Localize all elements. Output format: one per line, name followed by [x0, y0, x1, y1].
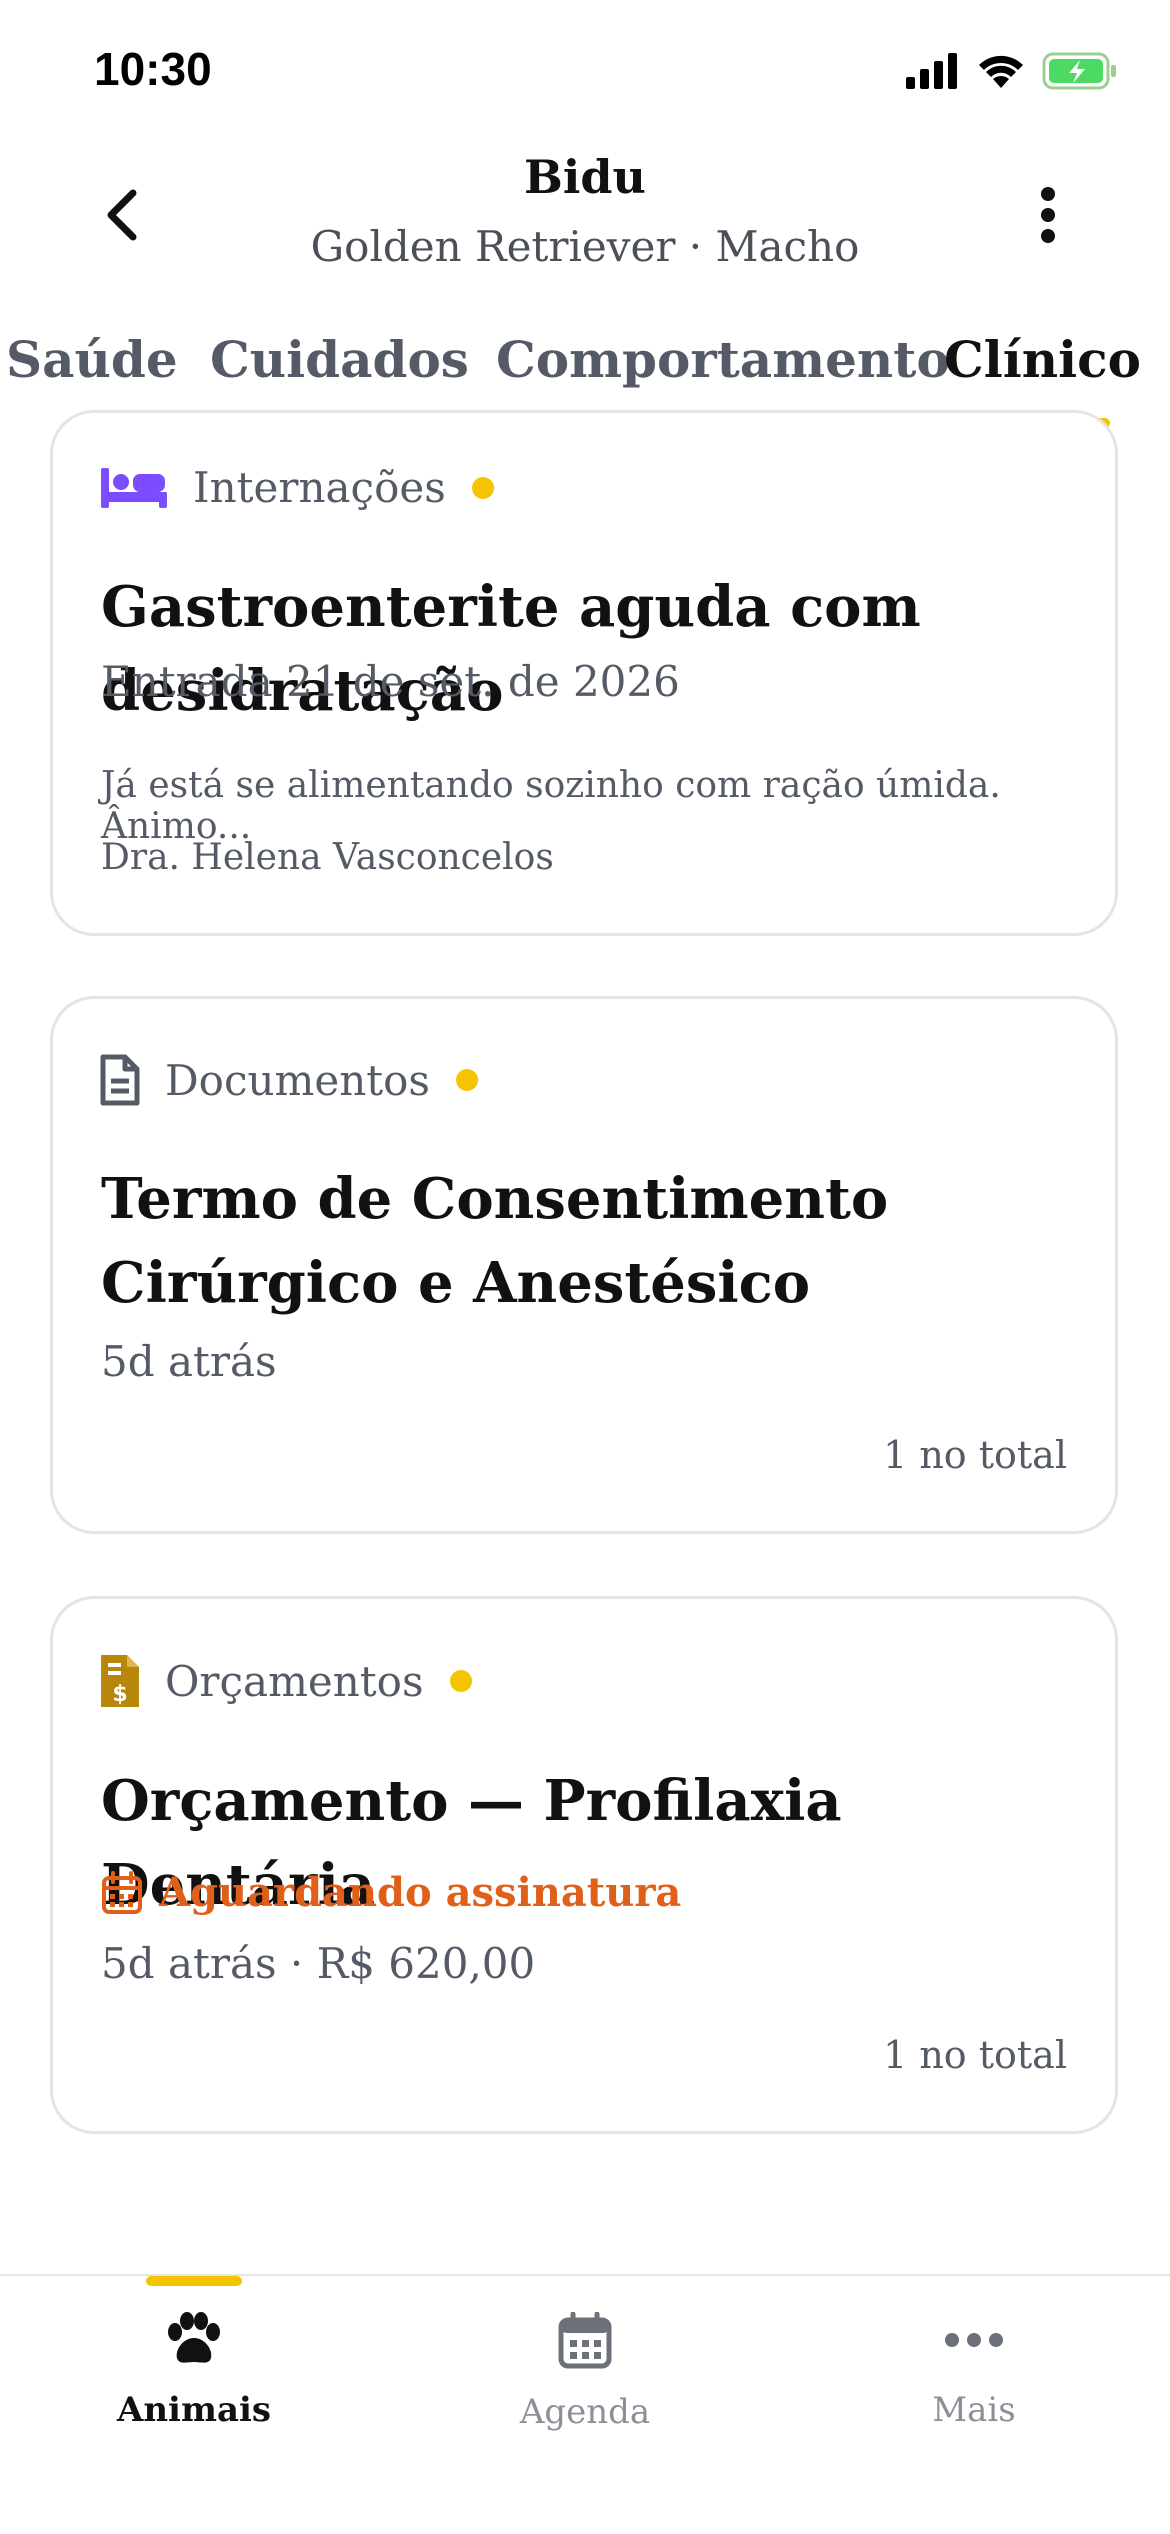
- nav-label: Agenda: [519, 2392, 651, 2432]
- more-options-button[interactable]: [1018, 180, 1078, 250]
- more-vertical-icon: [1041, 187, 1055, 243]
- card-header: Documentos: [99, 1053, 478, 1107]
- estimate-status: Aguardando assinatura: [101, 1869, 681, 1916]
- calendar-icon: [102, 1870, 142, 1914]
- more-horizontal-icon: [945, 2333, 1003, 2347]
- calendar-icon: [558, 2311, 612, 2369]
- battery-charging-icon: [1042, 52, 1116, 90]
- nav-label: Mais: [932, 2390, 1016, 2430]
- nav-agenda[interactable]: Agenda: [435, 2311, 735, 2432]
- status-time: 10:30: [94, 43, 212, 95]
- status-bar: 10:30: [0, 0, 1170, 140]
- status-icons: [906, 52, 1118, 90]
- new-indicator-dot: [449, 1670, 472, 1692]
- pet-breed-sex: Golden Retriever · Macho: [310, 222, 860, 271]
- documents-card[interactable]: Documentos Termo de Consentimento Cirúrg…: [50, 996, 1118, 1534]
- signal-icon: [906, 53, 957, 89]
- estimates-card[interactable]: $ Orçamentos Orçamento — Profilaxia Dent…: [50, 1596, 1118, 2134]
- tab-comportamento[interactable]: Comportamento: [496, 330, 950, 389]
- estimate-status-text: Aguardando assinatura: [159, 1869, 682, 1916]
- tab-cuidados[interactable]: Cuidados: [210, 330, 469, 389]
- nav-mais[interactable]: Mais: [824, 2312, 1124, 2430]
- card-category: Orçamentos: [165, 1656, 424, 1706]
- active-nav-indicator: [146, 2276, 242, 2286]
- card-header: $ Orçamentos: [99, 1653, 472, 1709]
- card-category: Internações: [193, 463, 446, 512]
- nav-label: Animais: [116, 2390, 272, 2430]
- document-icon: [100, 1054, 140, 1106]
- svg-text:$: $: [112, 1682, 127, 1707]
- hospitalization-note: Já está se alimentando sozinho com ração…: [101, 765, 1001, 847]
- estimate-total: 1 no total: [883, 2033, 1067, 2077]
- hospitalization-title: Gastroenterite aguda com desidratação: [101, 574, 921, 724]
- document-age: 5d atrás: [101, 1337, 277, 1386]
- wifi-icon: [979, 55, 1023, 88]
- new-indicator-dot: [471, 476, 494, 499]
- estimate-age-amount: 5d atrás · R$ 620,00: [101, 1939, 536, 1988]
- document-title: Termo de Consentimento Cirúrgico e Anest…: [101, 1166, 889, 1316]
- card-category: Documentos: [165, 1055, 430, 1105]
- bottom-navigation: Animais Agenda Mais: [0, 2274, 1170, 2534]
- card-header: Internações: [99, 463, 494, 512]
- paw-icon: [168, 2312, 220, 2363]
- tab-clinico[interactable]: Clínico: [944, 330, 1141, 389]
- veterinarian-name: Dra. Helena Vasconcelos: [101, 837, 554, 878]
- pet-name: Bidu: [524, 150, 646, 204]
- hospitalization-card[interactable]: Internações Gastroenterite aguda com des…: [50, 410, 1118, 936]
- new-indicator-dot: [455, 1069, 478, 1091]
- bed-icon: [101, 467, 167, 508]
- nav-animais[interactable]: Animais: [44, 2312, 344, 2430]
- header: Bidu Golden Retriever · Macho: [0, 140, 1170, 300]
- invoice-icon: $: [101, 1655, 139, 1707]
- admission-date: Entrada 21 de set. de 2026: [101, 657, 680, 706]
- tab-saude[interactable]: Saúde: [6, 330, 178, 389]
- document-total: 1 no total: [883, 1433, 1067, 1477]
